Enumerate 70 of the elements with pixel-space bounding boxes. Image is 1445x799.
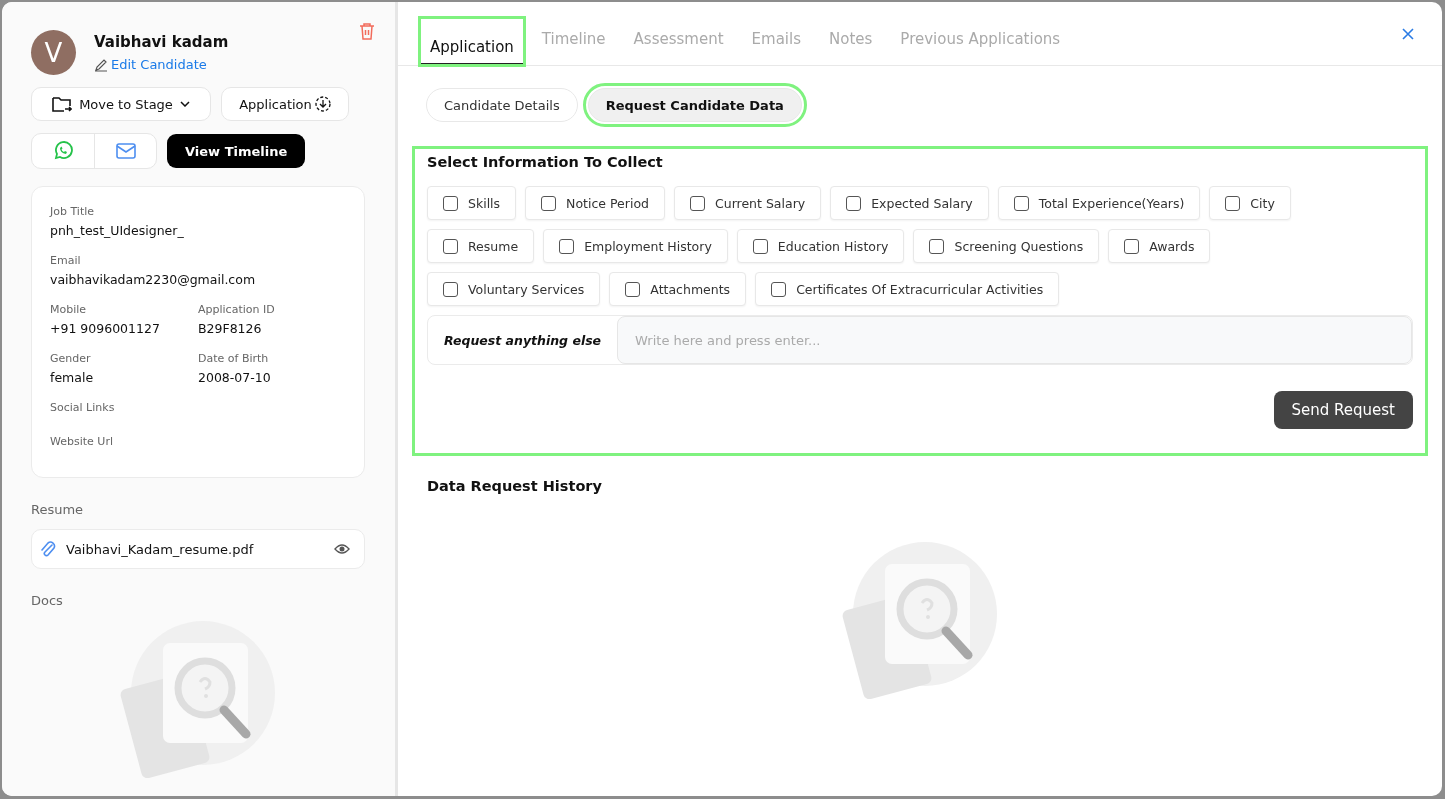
application-download-button[interactable]: Application (221, 87, 349, 121)
checkbox[interactable] (559, 238, 575, 254)
field-value: female (50, 370, 95, 385)
checkbox[interactable] (541, 195, 557, 211)
candidate-name: Vaibhavi kadam (94, 33, 229, 51)
field-label: Gender (50, 352, 92, 365)
checkbox-option[interactable]: Awards (1108, 229, 1211, 263)
text-input[interactable]: Write here and press enter... (617, 316, 1412, 364)
checkbox-option[interactable]: Education History (736, 229, 905, 263)
checkbox[interactable] (846, 195, 862, 211)
field-label: Mobile (50, 303, 88, 316)
checkbox-option[interactable]: Skills (427, 186, 517, 220)
field-value: pnh_test_UIdesigner_ (50, 223, 184, 238)
paperclip-icon (40, 540, 56, 558)
field-label: Email (50, 254, 82, 267)
field-value: B29F8126 (198, 321, 263, 336)
checkbox-option[interactable]: Screening Questions (913, 229, 1100, 263)
docs-heading: Docs (31, 593, 64, 608)
checkbox-option[interactable]: Voluntary Services (427, 272, 601, 306)
field-label: Website Url (50, 435, 113, 448)
checkbox[interactable] (443, 238, 458, 254)
chevron-down-icon (179, 101, 190, 107)
field-label: Job Title (50, 205, 96, 218)
field-label: Request anything else (443, 331, 603, 350)
checkbox[interactable] (1225, 195, 1241, 211)
field-label: Application ID (198, 303, 276, 316)
view-file-button[interactable] (332, 541, 352, 557)
checkbox-option[interactable]: Employment History (543, 229, 728, 263)
close-icon (1402, 27, 1414, 40)
eye-icon (334, 543, 350, 555)
checkbox-option[interactable]: City (1209, 186, 1291, 220)
checkbox[interactable] (929, 238, 945, 254)
pencil-icon (94, 57, 108, 72)
checkbox[interactable] (443, 281, 458, 297)
mail-icon (115, 143, 136, 159)
checkbox[interactable] (625, 281, 641, 297)
checkbox-option[interactable]: Attachments (609, 272, 747, 306)
checkbox[interactable] (690, 195, 705, 211)
section-title: Select Information To Collect (427, 154, 664, 170)
field-label: Date of Birth (198, 352, 270, 365)
folder-icon (52, 95, 73, 113)
tab[interactable]: Application (420, 18, 524, 65)
checkbox[interactable] (1124, 238, 1140, 254)
field-value: +91 9096001127 (50, 321, 161, 336)
view-timeline-button[interactable]: View Timeline (167, 134, 306, 168)
field-label: Social Links (50, 401, 115, 414)
checkbox[interactable] (752, 238, 768, 254)
resume-heading: Resume (31, 502, 85, 517)
checkbox[interactable] (443, 195, 458, 211)
checkbox[interactable] (771, 281, 787, 297)
checkbox-option[interactable]: Certificates Of Extracurricular Activities (755, 272, 1060, 306)
chat-bubble-icon (53, 141, 73, 161)
avatar: V (31, 30, 76, 75)
checkbox-option[interactable]: Expected Salary (830, 186, 989, 220)
file-name: Vaibhavi_Kadam_resume.pdf (66, 541, 255, 557)
move-to-stage-button[interactable]: Move to Stage (31, 87, 211, 121)
checkbox-option[interactable]: Resume (427, 229, 535, 263)
field-value: 2008-07-10 (198, 370, 272, 385)
download-circle-icon (314, 96, 331, 112)
subtab[interactable]: Candidate Details (426, 88, 578, 122)
section-title: Data Request History (427, 478, 603, 494)
send-request-button[interactable]: Send Request (1273, 391, 1413, 429)
checkbox[interactable] (1013, 195, 1029, 211)
checkbox-option[interactable]: Current Salary (674, 186, 822, 220)
delete-button[interactable] (357, 20, 377, 42)
edit-candidate-link[interactable]: Edit Candidate (94, 57, 229, 72)
trash-icon (359, 22, 375, 40)
checkbox-option[interactable]: Notice Period (525, 186, 665, 220)
field-value: vaibhavikadam2230@gmail.com (50, 272, 256, 287)
checkbox-option[interactable]: Total Experience(Years) (997, 186, 1201, 220)
